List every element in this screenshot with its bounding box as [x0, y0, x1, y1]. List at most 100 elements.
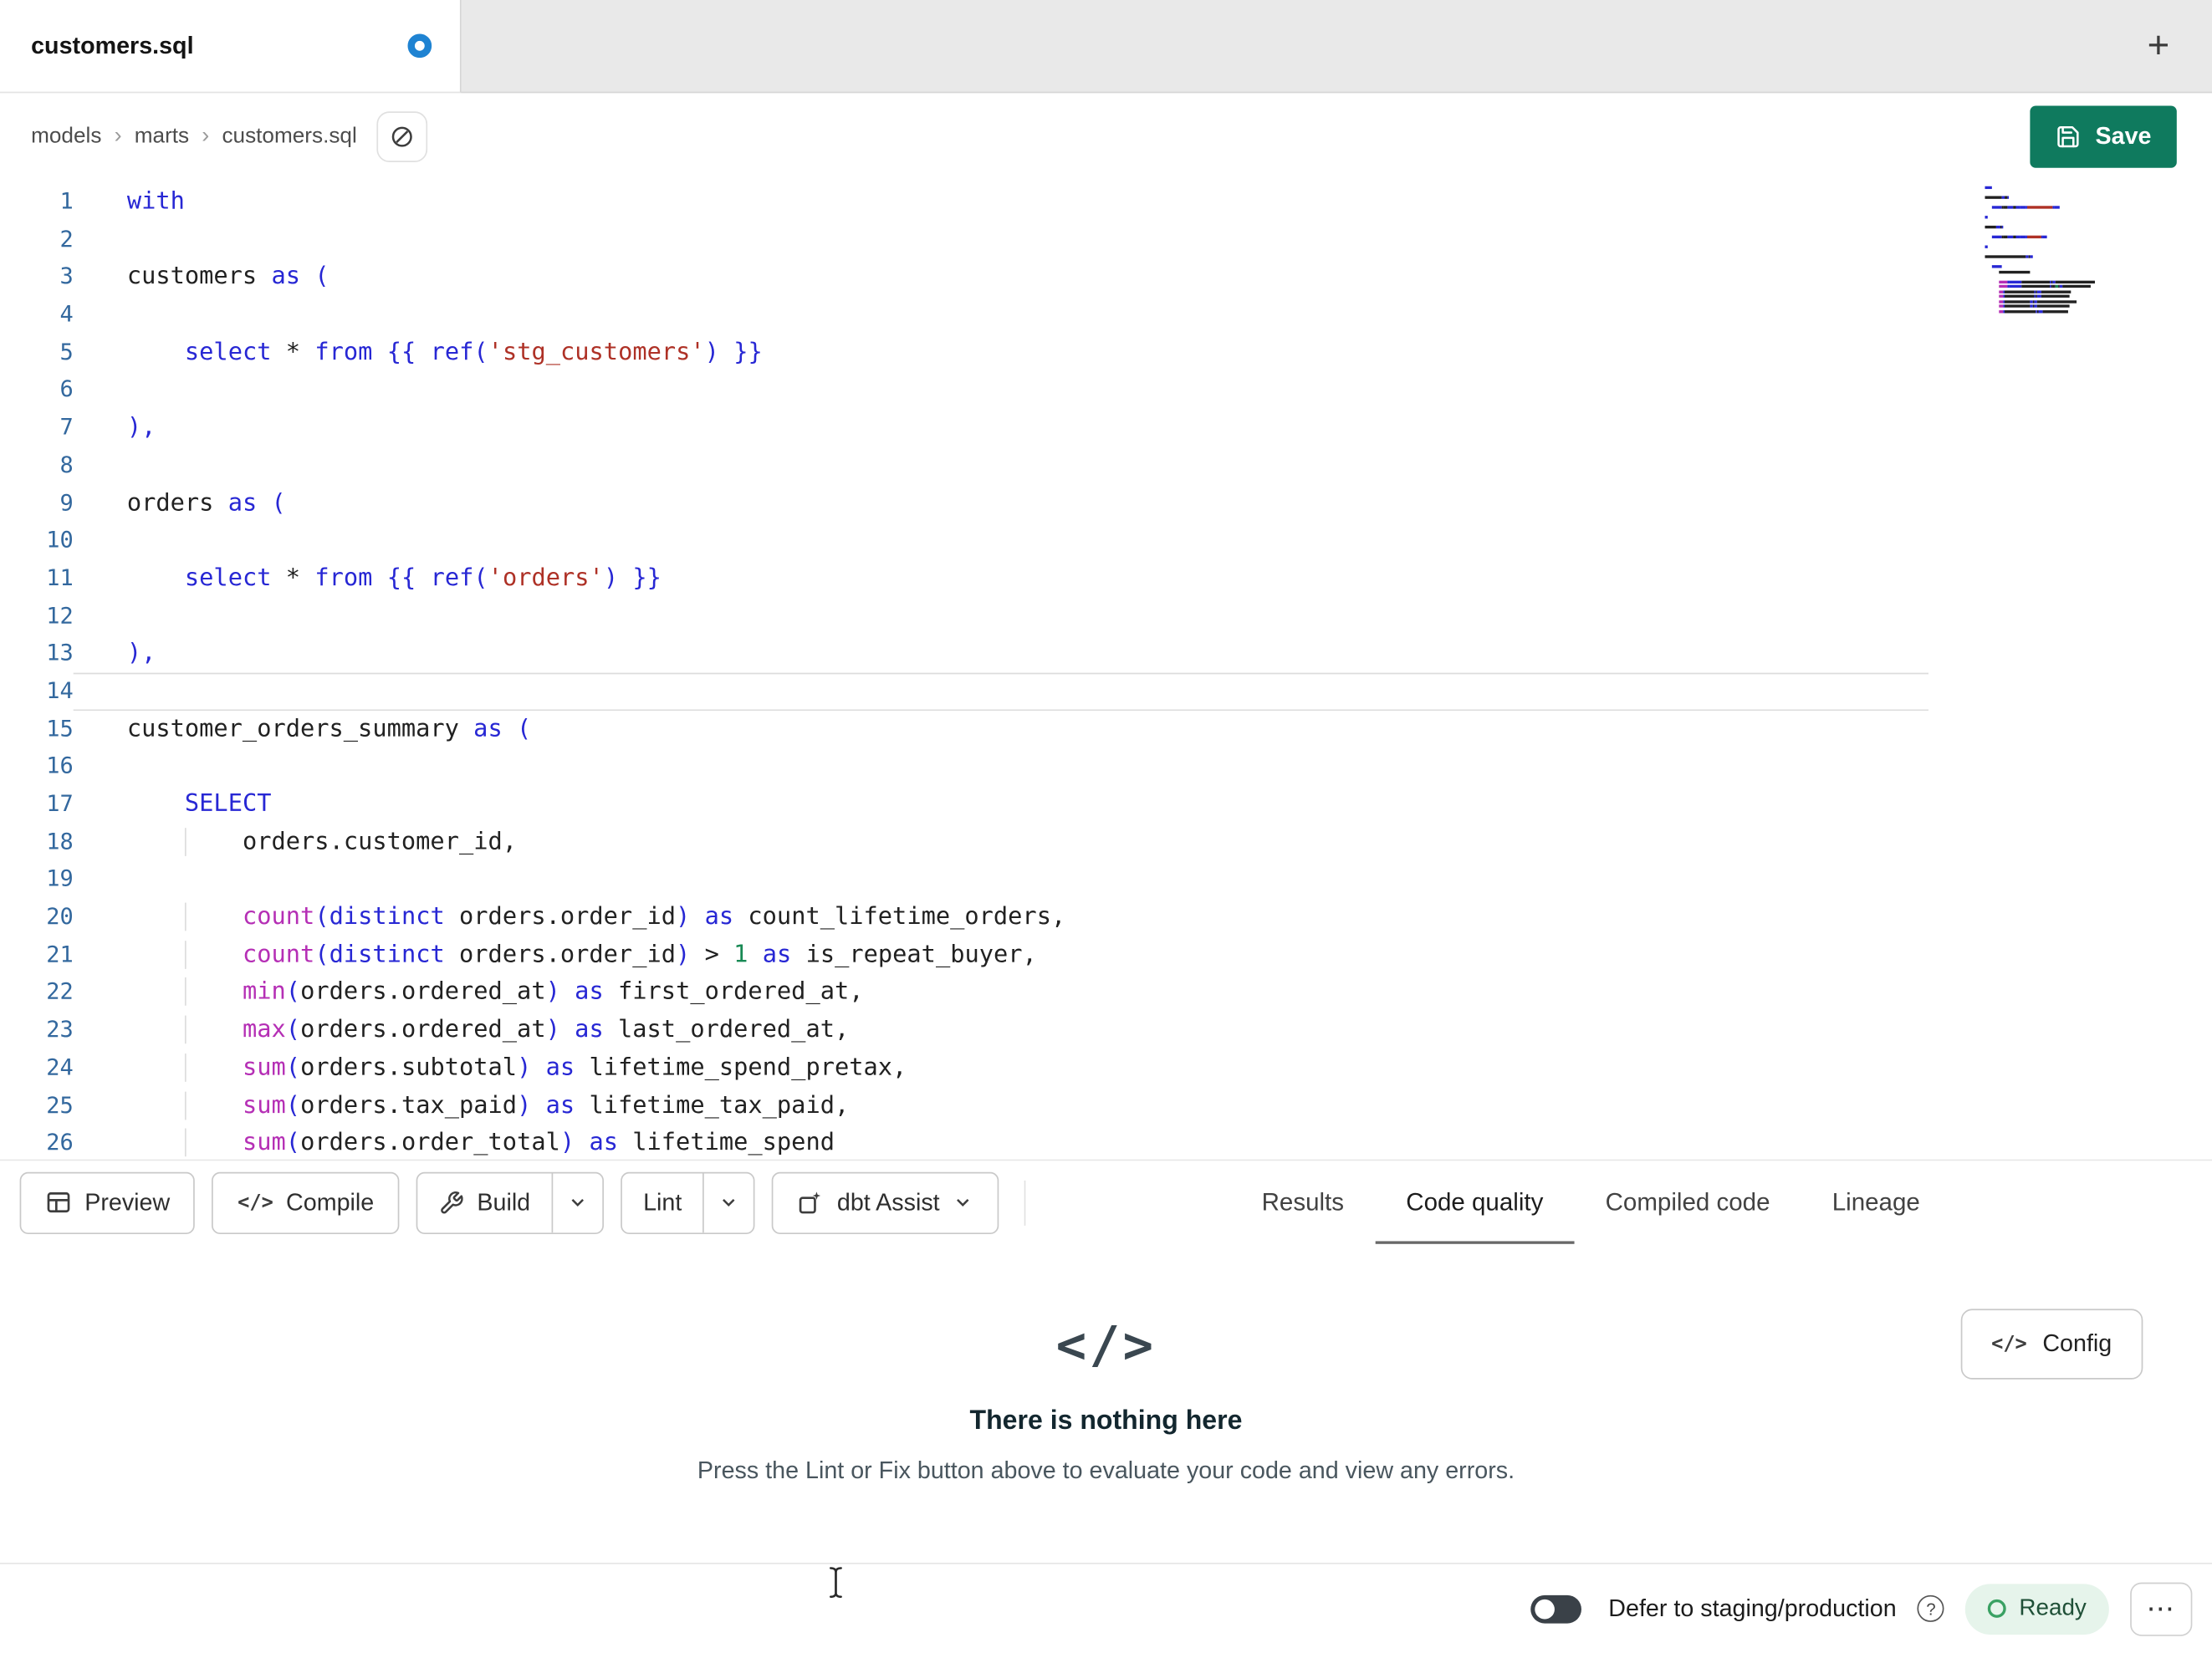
tab-compiled-code-label: Compiled code — [1605, 1187, 1770, 1217]
code-line-text[interactable]: sum(orders.order_total) as lifetime_spen… — [74, 1125, 835, 1160]
code-line[interactable]: 16 — [0, 748, 1982, 786]
preview-button[interactable]: Preview — [19, 1171, 196, 1234]
code-line-text[interactable] — [74, 371, 127, 409]
code-line-text[interactable]: select * from {{ ref('stg_customers') }} — [74, 334, 763, 371]
code-line-text[interactable] — [74, 221, 127, 258]
code-line-text[interactable] — [74, 296, 127, 334]
code-line[interactable]: 22 min(orders.ordered_at) as first_order… — [0, 974, 1982, 1012]
code-line[interactable]: 11 select * from {{ ref('orders') }} — [0, 559, 1982, 597]
file-indicator-button[interactable] — [376, 111, 428, 162]
code-line-text[interactable] — [74, 748, 127, 786]
code-line[interactable]: 26 sum(orders.order_total) as lifetime_s… — [0, 1125, 1982, 1160]
code-line[interactable]: 2 — [0, 221, 1982, 258]
breadcrumb-item-models[interactable]: models — [31, 124, 101, 149]
chevron-down-icon — [718, 1191, 739, 1212]
build-button[interactable]: Build — [418, 1173, 552, 1232]
line-number: 20 — [46, 902, 74, 930]
code-line-text[interactable]: ), — [74, 409, 156, 446]
line-number: 18 — [46, 827, 74, 855]
action-row: Preview </> Compile Build Lint dbt Assis… — [0, 1159, 2212, 1245]
breadcrumb-item-marts[interactable]: marts — [135, 124, 189, 149]
code-line[interactable]: 19 — [0, 861, 1982, 899]
code-line[interactable]: 14 — [0, 673, 1982, 711]
code-line-text[interactable]: customers as ( — [74, 258, 330, 296]
tab-lineage[interactable]: Lineage — [1801, 1160, 1951, 1244]
code-editor[interactable]: 1 with 2 3 customers as (4 5 select * from {{… — [0, 180, 2212, 1160]
code-line[interactable]: 1 with — [0, 183, 1982, 221]
tab-code-quality[interactable]: Code quality — [1375, 1160, 1575, 1245]
overflow-menu-button[interactable]: ⋯ — [2130, 1581, 2193, 1635]
code-line-text[interactable]: sum(orders.tax_paid) as lifetime_tax_pai… — [74, 1087, 849, 1125]
code-line[interactable]: 23 max(orders.ordered_at) as last_ordere… — [0, 1012, 1982, 1049]
code-line[interactable]: 5 select * from {{ ref('stg_customers') … — [0, 334, 1982, 371]
code-line[interactable]: 24 sum(orders.subtotal) as lifetime_spen… — [0, 1049, 1982, 1087]
dbt-ide-window: customers.sql + models › marts › custome… — [0, 0, 2212, 1653]
code-line[interactable]: 13), — [0, 635, 1982, 673]
code-line-text[interactable]: max(orders.ordered_at) as last_ordered_a… — [74, 1012, 849, 1049]
minimap[interactable] — [1985, 186, 2114, 384]
code-line-text[interactable] — [74, 673, 1928, 711]
code-line[interactable]: 12 — [0, 597, 1982, 635]
code-line[interactable]: 17 SELECT — [0, 786, 1982, 824]
dbt-assist-button[interactable]: dbt Assist — [772, 1171, 999, 1234]
compile-button[interactable]: </> Compile — [212, 1171, 400, 1234]
code-line-text[interactable]: count(distinct orders.order_id) > 1 as i… — [74, 936, 1037, 974]
code-line[interactable]: 8 — [0, 446, 1982, 484]
tab-compiled-code[interactable]: Compiled code — [1574, 1160, 1801, 1244]
code-line[interactable]: 18 orders.customer_id, — [0, 824, 1982, 861]
code-line[interactable]: 21 count(distinct orders.order_id) > 1 a… — [0, 936, 1982, 974]
build-dropdown-button[interactable] — [551, 1172, 602, 1232]
line-number: 26 — [46, 1128, 74, 1156]
breadcrumb-separator: › — [202, 124, 210, 149]
new-tab-button[interactable]: + — [2136, 23, 2181, 69]
code-line-text[interactable] — [74, 446, 127, 484]
code-line[interactable]: 6 — [0, 371, 1982, 409]
code-line[interactable]: 20 count(distinct orders.order_id) as co… — [0, 899, 1982, 936]
code-line[interactable]: 25 sum(orders.tax_paid) as lifetime_tax_… — [0, 1087, 1982, 1125]
code-line[interactable]: 10 — [0, 522, 1982, 559]
tab-results[interactable]: Results — [1230, 1160, 1375, 1244]
ready-status-badge[interactable]: Ready — [1965, 1583, 2109, 1635]
save-button[interactable]: Save — [2030, 105, 2177, 168]
code-quality-panel: </> Config </> There is nothing here Pre… — [0, 1243, 2212, 1564]
code-line-text[interactable]: SELECT — [74, 786, 272, 824]
unsaved-indicator-dot — [407, 33, 432, 59]
line-number: 23 — [46, 1015, 74, 1043]
breadcrumb-item-customers-sql[interactable]: customers.sql — [222, 124, 356, 149]
line-number: 14 — [46, 676, 74, 704]
code-line-text[interactable] — [74, 861, 127, 899]
code-line-text[interactable]: with — [74, 183, 185, 221]
help-icon[interactable]: ? — [1917, 1594, 1944, 1622]
line-number: 1 — [59, 187, 74, 215]
code-line-text[interactable]: ), — [74, 635, 156, 673]
code-line-text[interactable]: count(distinct orders.order_id) as count… — [74, 899, 1066, 936]
code-line-text[interactable] — [74, 522, 127, 559]
code-line[interactable]: 4 — [0, 296, 1982, 334]
empty-state: </> There is nothing here Press the Lint… — [0, 1318, 2212, 1486]
lint-dropdown-button[interactable] — [702, 1172, 754, 1232]
code-line-text[interactable]: orders.customer_id, — [74, 824, 517, 861]
code-line-text[interactable] — [74, 597, 127, 635]
code-line-text[interactable]: orders as ( — [74, 484, 286, 522]
code-line[interactable]: 7), — [0, 409, 1982, 446]
line-number: 21 — [46, 940, 74, 967]
line-number: 2 — [59, 225, 74, 253]
code-line[interactable]: 15 customer_orders_summary as ( — [0, 711, 1982, 748]
compile-label: Compile — [286, 1188, 375, 1216]
line-number: 7 — [59, 413, 74, 441]
tab-title: customers.sql — [31, 31, 194, 59]
code-line-text[interactable]: customer_orders_summary as ( — [74, 711, 531, 748]
code-line-text[interactable]: select * from {{ ref('orders') }} — [74, 559, 662, 597]
code-line-text[interactable]: min(orders.ordered_at) as first_ordered_… — [74, 974, 864, 1012]
code-line[interactable]: 3 customers as ( — [0, 258, 1982, 296]
line-number: 13 — [46, 639, 74, 666]
toolbar-divider — [1024, 1180, 1026, 1226]
empty-state-subtitle: Press the Lint or Fix button above to ev… — [697, 1457, 1515, 1484]
code-line[interactable]: 9 orders as ( — [0, 484, 1982, 522]
defer-toggle[interactable] — [1530, 1594, 1582, 1623]
results-tab-bar: Results Code quality Compiled code Linea… — [1230, 1160, 1951, 1245]
line-number: 11 — [46, 564, 74, 591]
code-line-text[interactable]: sum(orders.subtotal) as lifetime_spend_p… — [74, 1049, 907, 1087]
tab-customers-sql[interactable]: customers.sql — [0, 0, 462, 94]
lint-button[interactable]: Lint — [622, 1173, 703, 1232]
